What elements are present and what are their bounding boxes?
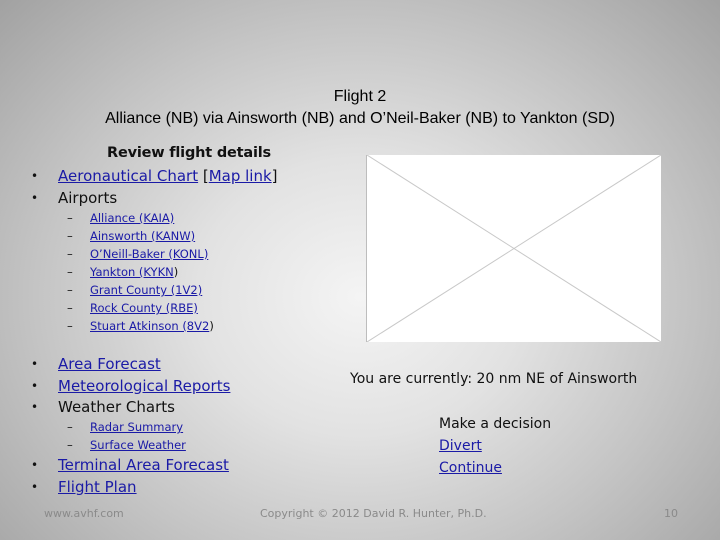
planning-list: • Terminal Area Forecast • Flight Plan — [0, 455, 229, 498]
flight-plan-link[interactable]: Flight Plan — [58, 478, 137, 496]
review-heading: Review flight details — [107, 145, 271, 161]
bullet-icon: • — [31, 400, 39, 414]
dash-icon: – — [67, 438, 73, 452]
meteorological-reports-link[interactable]: Meteorological Reports — [58, 377, 230, 395]
bullet-icon: • — [31, 357, 39, 371]
decision-panel: Make a decision Divert Continue — [439, 413, 551, 479]
airport-link[interactable]: Ainsworth (KANW) — [90, 229, 195, 243]
terminal-area-forecast-link[interactable]: Terminal Area Forecast — [58, 456, 229, 474]
dash-icon: – — [67, 247, 73, 261]
aeronautical-chart-link[interactable]: Aeronautical Chart — [58, 167, 198, 185]
bracket-close: ] — [271, 167, 278, 185]
airport-suffix: ) — [173, 265, 179, 279]
map-link[interactable]: Map link — [209, 167, 272, 185]
footer-website: www.avhf.com — [44, 507, 124, 520]
airport-link[interactable]: O’Neill-Baker (KONL) — [90, 247, 208, 261]
airports-label: Airports — [58, 188, 118, 207]
dash-icon: – — [67, 229, 73, 243]
list-item-weather-charts: • Weather Charts — [0, 397, 230, 419]
airport-item: – Alliance (KAIA) — [0, 209, 214, 227]
airports-list: – Alliance (KAIA) – Ainsworth (KANW) – O’Ne… — [0, 209, 214, 335]
weather-list: • Area Forecast • Meteorological Reports… — [0, 354, 230, 419]
airport-item: – Grant County (1V2) — [0, 281, 214, 299]
list-item-area-forecast: • Area Forecast — [0, 354, 230, 376]
weather-chart-item: – Radar Summary — [0, 418, 186, 436]
flight-detail-list: • Aeronautical Chart [Map link] • Airpor… — [0, 166, 278, 209]
list-item-met-reports: • Meteorological Reports — [0, 376, 230, 398]
weather-chart-item: – Surface Weather — [0, 436, 186, 454]
list-item-flight-plan: • Flight Plan — [0, 477, 229, 499]
footer-copyright: Copyright © 2012 David R. Hunter, Ph.D. — [260, 507, 487, 520]
dash-icon: – — [67, 211, 73, 225]
airport-link[interactable]: Grant County (1V2) — [90, 283, 202, 297]
bracket-open: [ — [198, 167, 209, 185]
divert-link[interactable]: Divert — [439, 438, 482, 454]
bullet-icon: • — [31, 378, 39, 393]
route-description: Alliance (NB) via Ainsworth (NB) and O’N… — [105, 110, 615, 127]
airport-link[interactable]: Rock County (RBE) — [90, 301, 198, 315]
continue-link[interactable]: Continue — [439, 460, 502, 476]
list-item-terminal-forecast: • Terminal Area Forecast — [0, 455, 229, 477]
dash-icon: – — [67, 319, 73, 333]
area-forecast-link[interactable]: Area Forecast — [58, 355, 161, 373]
airport-item: – Rock County (RBE) — [0, 299, 214, 317]
airport-item: – Ainsworth (KANW) — [0, 227, 214, 245]
flight-number: Flight 2 — [333, 88, 387, 105]
dash-icon: – — [67, 283, 73, 297]
bullet-icon: • — [31, 458, 39, 472]
dash-icon: – — [67, 301, 73, 315]
airport-link[interactable]: Stuart Atkinson (8V2 — [90, 319, 209, 333]
radar-summary-link[interactable]: Radar Summary — [90, 420, 183, 434]
bullet-icon: • — [31, 169, 39, 183]
airport-link[interactable]: Yankton (KYKN — [90, 265, 174, 279]
airport-item: – Stuart Atkinson (8V2) — [0, 317, 214, 335]
dash-icon: – — [67, 265, 73, 279]
broken-image-placeholder — [366, 155, 661, 342]
airport-item: – O’Neill-Baker (KONL) — [0, 245, 214, 263]
airport-suffix: ) — [209, 319, 214, 333]
dash-icon: – — [67, 420, 73, 434]
list-item-airports: • Airports — [0, 188, 278, 210]
list-item-chart: • Aeronautical Chart [Map link] — [0, 166, 278, 188]
decision-heading: Make a decision — [439, 416, 552, 432]
missing-image-icon — [367, 155, 661, 342]
bullet-icon: • — [31, 479, 39, 494]
weather-charts-label: Weather Charts — [58, 398, 175, 416]
page-number: 10 — [664, 507, 678, 520]
slide-title: Flight 2 Alliance (NB) via Ainsworth (NB… — [0, 86, 720, 130]
surface-weather-link[interactable]: Surface Weather — [90, 438, 186, 452]
bullet-icon: • — [31, 190, 39, 205]
weather-charts-list: – Radar Summary – Surface Weather — [0, 418, 186, 454]
current-position: You are currently: 20 nm NE of Ainsworth — [350, 371, 638, 387]
airport-item: – Yankton (KYKN) — [0, 263, 214, 281]
airport-link[interactable]: Alliance (KAIA) — [90, 211, 174, 225]
